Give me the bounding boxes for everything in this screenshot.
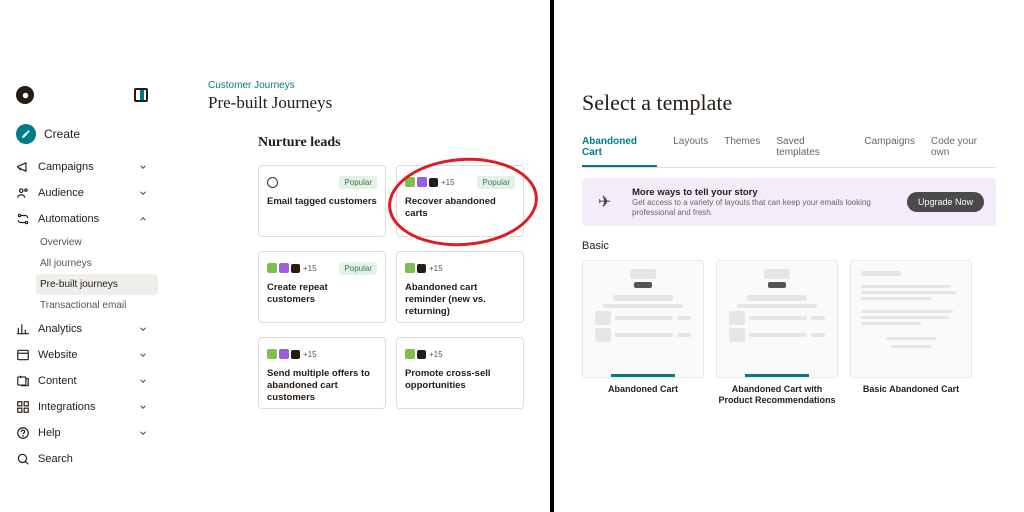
template-label: Abandoned Cart — [582, 384, 704, 395]
mailchimp-logo[interactable] — [16, 86, 34, 104]
tab-campaigns[interactable]: Campaigns — [864, 136, 915, 167]
subnav-prebuilt-journeys[interactable]: Pre-built journeys — [36, 274, 158, 295]
journey-card-email-tagged-customers[interactable]: Popular Email tagged customers — [258, 165, 386, 237]
card-title: Email tagged customers — [267, 196, 377, 208]
template-abandoned-cart-recommendations[interactable]: Abandoned Cart with Product Recommendati… — [716, 260, 838, 406]
main-content: Customer Journeys Pre-built Journeys Nur… — [164, 80, 550, 512]
window-icon — [16, 348, 30, 362]
sidebar-item-help[interactable]: Help — [6, 420, 158, 446]
more-integrations-count: +15 — [303, 264, 317, 273]
journey-card-send-multiple-offers[interactable]: +15 Send multiple offers to abandoned ca… — [258, 337, 386, 409]
help-icon — [16, 426, 30, 440]
chevron-down-icon — [138, 162, 148, 172]
upgrade-promo-banner: More ways to tell your story Get access … — [582, 178, 996, 226]
card-title: Create repeat customers — [267, 282, 377, 306]
popular-badge: Popular — [477, 176, 515, 189]
integration-icon — [291, 350, 300, 359]
collapse-sidebar-icon[interactable] — [134, 88, 148, 102]
template-label: Basic Abandoned Cart — [850, 384, 972, 395]
create-button[interactable]: Create — [6, 120, 158, 154]
sidebar-item-analytics[interactable]: Analytics — [6, 316, 158, 342]
card-title: Abandoned cart reminder (new vs. returni… — [405, 282, 515, 318]
automation-icon — [16, 212, 30, 226]
journey-card-abandoned-cart-reminder[interactable]: +15 Abandoned cart reminder (new vs. ret… — [396, 251, 524, 323]
sidebar: Create Campaigns Audience Automations Ov… — [0, 80, 164, 512]
sidebar-item-content[interactable]: Content — [6, 368, 158, 394]
template-preview — [582, 260, 704, 378]
woocommerce-icon — [279, 263, 289, 273]
sidebar-item-search[interactable]: Search — [6, 446, 158, 472]
shopify-icon — [267, 263, 277, 273]
template-label: Abandoned Cart with Product Recommendati… — [716, 384, 838, 406]
integration-icon — [291, 264, 300, 273]
section-heading: Nurture leads — [258, 135, 530, 151]
content-icon — [16, 374, 30, 388]
grid-icon — [16, 400, 30, 414]
people-icon — [16, 186, 30, 200]
page-title: Pre-built Journeys — [208, 93, 530, 113]
chart-icon — [16, 322, 30, 336]
woocommerce-icon — [279, 349, 289, 359]
page-title: Select a template — [582, 90, 996, 116]
subnav-transactional-email[interactable]: Transactional email — [36, 295, 158, 316]
promo-subtext: Get access to a variety of layouts that … — [632, 198, 897, 217]
upgrade-now-button[interactable]: Upgrade Now — [907, 192, 984, 212]
chevron-down-icon — [138, 324, 148, 334]
tab-themes[interactable]: Themes — [724, 136, 760, 167]
tab-layouts[interactable]: Layouts — [673, 136, 708, 167]
journey-card-promote-cross-sell[interactable]: +15 Promote cross-sell opportunities — [396, 337, 524, 409]
chevron-down-icon — [138, 402, 148, 412]
shopify-icon — [405, 349, 415, 359]
subnav-overview[interactable]: Overview — [36, 232, 158, 253]
more-integrations-count: +15 — [429, 350, 443, 359]
pencil-icon — [16, 124, 36, 144]
card-title: Recover abandoned carts — [405, 196, 515, 220]
chevron-down-icon — [138, 350, 148, 360]
shopify-icon — [267, 349, 277, 359]
globe-icon — [267, 177, 278, 188]
tab-code-your-own[interactable]: Code your own — [931, 136, 996, 167]
journey-card-create-repeat-customers[interactable]: +15 Popular Create repeat customers — [258, 251, 386, 323]
popular-badge: Popular — [339, 262, 377, 275]
sidebar-item-audience[interactable]: Audience — [6, 180, 158, 206]
chevron-up-icon — [138, 214, 148, 224]
more-integrations-count: +15 — [429, 264, 443, 273]
chevron-down-icon — [138, 188, 148, 198]
sidebar-item-automations[interactable]: Automations — [6, 206, 158, 232]
chevron-down-icon — [138, 376, 148, 386]
breadcrumb[interactable]: Customer Journeys — [208, 80, 530, 91]
subnav-all-journeys[interactable]: All journeys — [36, 253, 158, 274]
journey-card-recover-abandoned-carts[interactable]: +15 Popular Recover abandoned carts — [396, 165, 524, 237]
tab-abandoned-cart[interactable]: Abandoned Cart — [582, 136, 657, 167]
search-icon — [16, 452, 30, 466]
template-tabs: Abandoned Cart Layouts Themes Saved temp… — [582, 136, 996, 168]
sidebar-item-campaigns[interactable]: Campaigns — [6, 154, 158, 180]
popular-badge: Popular — [339, 176, 377, 189]
automations-subnav: Overview All journeys Pre-built journeys… — [6, 232, 158, 316]
card-title: Promote cross-sell opportunities — [405, 368, 515, 392]
card-title: Send multiple offers to abandoned cart c… — [267, 368, 377, 404]
more-integrations-count: +15 — [441, 178, 455, 187]
create-label: Create — [44, 127, 80, 141]
template-abandoned-cart[interactable]: Abandoned Cart — [582, 260, 704, 406]
megaphone-icon — [16, 160, 30, 174]
section-heading: Basic — [582, 240, 996, 252]
template-preview — [850, 260, 972, 378]
tab-saved-templates[interactable]: Saved templates — [776, 136, 848, 167]
paper-plane-icon — [594, 192, 622, 212]
integration-icon — [417, 264, 426, 273]
template-preview — [716, 260, 838, 378]
sidebar-item-integrations[interactable]: Integrations — [6, 394, 158, 420]
woocommerce-icon — [417, 177, 427, 187]
template-basic-abandoned-cart[interactable]: Basic Abandoned Cart — [850, 260, 972, 406]
more-integrations-count: +15 — [303, 350, 317, 359]
promo-heading: More ways to tell your story — [632, 187, 897, 198]
sidebar-item-website[interactable]: Website — [6, 342, 158, 368]
integration-icon — [417, 350, 426, 359]
chevron-down-icon — [138, 428, 148, 438]
integration-icon — [429, 178, 438, 187]
shopify-icon — [405, 177, 415, 187]
shopify-icon — [405, 263, 415, 273]
